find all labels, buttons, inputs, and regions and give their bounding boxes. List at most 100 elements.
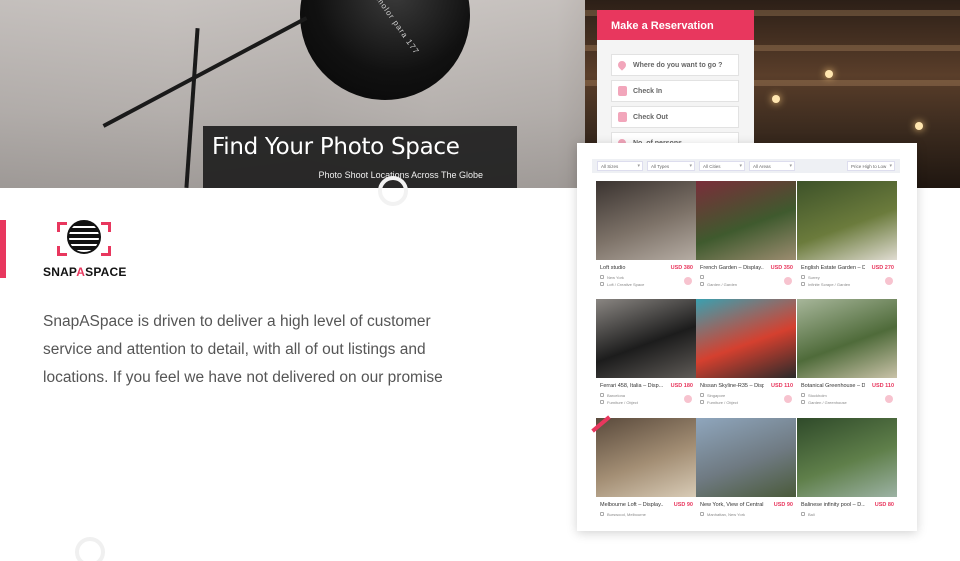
- hero-title-box: Find Your Photo Space Photo Shoot Locati…: [203, 126, 517, 188]
- listing-price: USD 180: [670, 383, 693, 389]
- listing-card[interactable]: Botanical Greenhouse – Dis... USD 110 Stoc…: [797, 299, 897, 411]
- check-in-input[interactable]: Check In: [611, 80, 739, 102]
- favorite-heart-icon[interactable]: [684, 277, 692, 285]
- listing-photo[interactable]: [797, 299, 897, 378]
- location-pin-icon: [600, 275, 604, 279]
- listing-card[interactable]: Ferrari 458, Italia – Disp... USD 180 Barc…: [596, 299, 696, 411]
- brand-name-part-1: SNAP: [43, 265, 77, 279]
- listing-photo[interactable]: [596, 418, 696, 497]
- listing-price: USD 90: [673, 502, 693, 508]
- filter-sizes[interactable]: All Sizes: [597, 161, 643, 171]
- listing-card[interactable]: New York, View of Central ... USD 90 Manha…: [696, 418, 796, 530]
- listing-photo[interactable]: [696, 299, 796, 378]
- calendar-icon: [618, 112, 627, 122]
- favorite-heart-icon[interactable]: [784, 395, 792, 403]
- snapaspace-logo: [57, 220, 111, 256]
- camera-watermark-icon: [378, 176, 408, 206]
- listing-location: Barcelona: [607, 393, 626, 398]
- listings-preview: All Sizes All Types All Cities All Areas…: [577, 143, 917, 531]
- brand-name-part-2: A: [76, 265, 86, 279]
- listing-category: Furniture / Object: [607, 400, 638, 405]
- brand-description: SnapASpace is driven to deliver a high l…: [43, 313, 443, 386]
- camera-lens-icon: [67, 220, 101, 254]
- destination-placeholder: Where do you want to go ?: [633, 62, 723, 69]
- hero-title: Find Your Photo Space: [212, 134, 460, 160]
- listing-card[interactable]: French Garden – Display... USD 350 Garden …: [696, 181, 796, 293]
- brand-name-part-3: SPACE: [85, 265, 127, 279]
- category-icon: [600, 400, 604, 404]
- listing-category: Garden / Greenhouse: [808, 400, 847, 405]
- listing-photo[interactable]: [797, 181, 897, 260]
- location-pin-icon: [801, 512, 805, 516]
- listing-card[interactable]: Loft studio USD 380 New York Loft / Creativ…: [596, 181, 696, 293]
- listing-category: Garden / Garden: [707, 282, 738, 287]
- location-pin-icon: [700, 275, 704, 279]
- category-icon: [801, 400, 805, 404]
- listing-price: USD 80: [874, 502, 894, 508]
- filter-types[interactable]: All Types: [647, 161, 695, 171]
- check-out-input[interactable]: Check Out: [611, 106, 739, 128]
- category-icon: [801, 282, 805, 286]
- location-pin-icon: [801, 393, 805, 397]
- listing-location: Bali: [808, 512, 815, 517]
- listing-card[interactable]: Melbourne Loft – Display... USD 90 Burswoo…: [591, 415, 696, 530]
- accent-bar: [0, 220, 6, 278]
- listing-location: Surrey: [808, 275, 820, 280]
- listing-price: USD 110: [871, 383, 894, 389]
- location-pin-icon: [700, 393, 704, 397]
- favorite-heart-icon[interactable]: [885, 395, 893, 403]
- listing-name[interactable]: New York, View of Central ...: [700, 502, 764, 508]
- listing-price: USD 380: [670, 265, 693, 271]
- camera-watermark-icon: [75, 537, 105, 561]
- reservation-title: Make a Reservation: [597, 10, 754, 40]
- listing-photo[interactable]: [596, 181, 696, 260]
- calendar-icon: [618, 86, 627, 96]
- filter-sort[interactable]: Price High to Low: [847, 161, 895, 171]
- listing-location: Burswood, Melbourne: [607, 512, 646, 517]
- filter-areas[interactable]: All Areas: [749, 161, 795, 171]
- listing-name[interactable]: Loft studio: [600, 265, 664, 271]
- listing-card[interactable]: English Estate Garden – Di... USD 270 Surr…: [797, 181, 897, 293]
- listing-price: USD 110: [770, 383, 793, 389]
- filter-cities[interactable]: All Cities: [699, 161, 745, 171]
- location-pin-icon: [801, 275, 805, 279]
- listing-card[interactable]: Balinese infinity pool – D... USD 80 Bali: [797, 418, 897, 530]
- listing-photo[interactable]: [696, 418, 796, 497]
- favorite-heart-icon[interactable]: [784, 277, 792, 285]
- listing-name[interactable]: English Estate Garden – Di...: [801, 265, 865, 271]
- listing-photo[interactable]: [596, 299, 696, 378]
- listing-location: New York: [607, 275, 624, 280]
- listing-photo[interactable]: [797, 418, 897, 497]
- filter-bar: All Sizes All Types All Cities All Areas…: [592, 159, 900, 173]
- listing-card[interactable]: Nissan Skyline-R35 – Displ... USD 110 Sing…: [696, 299, 796, 411]
- listing-price: USD 350: [770, 265, 793, 271]
- listing-category: Furniture / Object: [707, 400, 738, 405]
- listing-name[interactable]: Nissan Skyline-R35 – Displ...: [700, 383, 764, 389]
- check-in-placeholder: Check In: [633, 88, 663, 95]
- destination-input[interactable]: Where do you want to go ?: [611, 54, 739, 76]
- listing-photo[interactable]: [696, 181, 796, 260]
- listing-location: Stockholm: [808, 393, 827, 398]
- location-pin-icon: [700, 512, 704, 516]
- location-pin-icon: [616, 59, 628, 71]
- listing-price: USD 270: [871, 265, 894, 271]
- listing-price: USD 90: [773, 502, 793, 508]
- check-out-placeholder: Check Out: [633, 114, 669, 121]
- listing-name[interactable]: Balinese infinity pool – D...: [801, 502, 865, 508]
- location-pin-icon: [600, 393, 604, 397]
- favorite-heart-icon[interactable]: [885, 277, 893, 285]
- listing-name[interactable]: French Garden – Display...: [700, 265, 764, 271]
- listing-category: Infinite Scrape / Garden: [808, 282, 851, 287]
- listing-name[interactable]: Melbourne Loft – Display...: [600, 502, 664, 508]
- category-icon: [700, 282, 704, 286]
- location-pin-icon: [600, 512, 604, 516]
- category-icon: [600, 282, 604, 286]
- listing-name[interactable]: Ferrari 458, Italia – Disp...: [600, 383, 664, 389]
- listing-name[interactable]: Botanical Greenhouse – Dis...: [801, 383, 865, 389]
- brand-name: SNAPASPACE: [43, 265, 127, 279]
- favorite-heart-icon[interactable]: [684, 395, 692, 403]
- listing-location: Manhattan, New York: [707, 512, 746, 517]
- category-icon: [700, 400, 704, 404]
- listing-location: Singapore: [707, 393, 726, 398]
- listing-category: Loft / Creative Space: [607, 282, 645, 287]
